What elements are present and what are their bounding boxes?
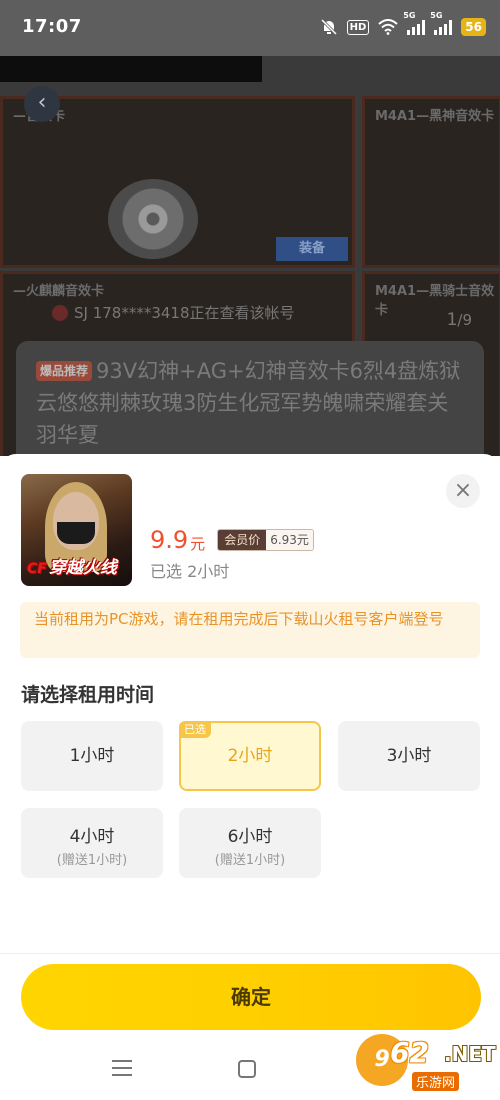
avatar (52, 304, 68, 321)
watermark-name: 乐游网 (412, 1072, 460, 1091)
home-icon[interactable] (238, 1060, 256, 1078)
item-card: M4A1—黑神音效卡 (362, 96, 500, 268)
product-title: 爆品推荐 93V幻神+AG+幻神音效卡6烈4盘炼狱云悠悠荆棘玫瑰3防生化冠军势魄啸… (36, 355, 464, 451)
game-thumbnail: CF 穿越火线 (21, 474, 132, 586)
status-bar: 17:07 HD 5G 5G 56 (0, 0, 500, 56)
rental-time-sheet: CF 穿越火线 × 9.9 元 会员价 6.93元 已选 2小时 当前租用为PC游… (0, 454, 500, 1100)
member-price-badge: 会员价 6.93元 (217, 529, 314, 551)
battery-indicator: 56 (461, 18, 486, 36)
duration-option-label: 6小时 (227, 827, 273, 847)
character-mask (57, 522, 95, 544)
price-row: 9.9 元 会员价 6.93元 (150, 526, 314, 554)
signal-icon: 5G (430, 11, 453, 35)
product-title-text: 93V幻神+AG+幻神音效卡6烈4盘炼狱云悠悠荆棘玫瑰3防生化冠军势魄啸荣耀套关… (36, 359, 461, 447)
page-current: 1 (446, 310, 458, 330)
signal-icon: 5G (403, 11, 426, 35)
duration-option-2h[interactable]: 已选 2小时 (179, 721, 321, 791)
disc-icon (108, 179, 198, 259)
net-label: 5G (430, 11, 443, 20)
watermark-domain: .NET (444, 1042, 496, 1066)
item-card-title: —火麒麟音效卡 (13, 284, 105, 299)
duration-option-6h[interactable]: 6小时 (赠送1小时) (179, 808, 321, 878)
duration-option-4h[interactable]: 4小时 (赠送1小时) (21, 808, 163, 878)
menu-icon[interactable] (112, 1060, 132, 1078)
watermark-number: 62 (390, 1036, 429, 1069)
member-price-label: 会员价 (218, 530, 267, 550)
equip-button[interactable]: 装备 (276, 237, 348, 261)
item-card-title: M4A1—黑骑士音效卡 (375, 284, 495, 318)
page-indicator: 1/9 (447, 310, 472, 330)
status-time: 17:07 (22, 16, 82, 37)
close-icon: × (453, 478, 473, 503)
price-unit: 元 (190, 534, 206, 553)
top-banner (0, 56, 262, 82)
background-page: —音效卡 M4A1—黑神音效卡 装备 —火麒麟音效卡 M4A1—黑骑士音效卡 ‹… (0, 56, 500, 456)
page-total: /9 (457, 311, 472, 329)
mute-bell-icon (320, 18, 337, 36)
site-watermark: 9 62 .NET 乐游网 (356, 1030, 496, 1096)
wifi-icon (378, 19, 398, 35)
hd-badge: HD (346, 19, 370, 35)
duration-option-3h[interactable]: 3小时 (338, 721, 480, 791)
duration-option-label: 1小时 (69, 746, 115, 766)
status-icons: HD 5G 5G 56 (320, 11, 486, 40)
hot-tag: 爆品推荐 (36, 361, 93, 381)
back-button[interactable]: ‹ (24, 86, 60, 122)
price-value: 9.9 (150, 526, 189, 554)
product-card: 爆品推荐 93V幻神+AG+幻神音效卡6烈4盘炼狱云悠悠荆棘玫瑰3防生化冠军势魄啸… (16, 341, 484, 456)
member-price-value: 6.93元 (266, 530, 313, 550)
confirm-button[interactable]: 确定 (21, 964, 481, 1030)
selected-duration-info: 已选 2小时 (150, 562, 230, 581)
net-label: 5G (403, 11, 416, 20)
duration-option-bonus: (赠送1小时) (56, 853, 128, 868)
divider (0, 953, 500, 954)
item-card-title: M4A1—黑神音效卡 (375, 109, 495, 124)
duration-option-label: 3小时 (386, 746, 432, 766)
viewer-notice: SJ 178****3418正在查看该帐号 (52, 302, 295, 323)
chevron-left-icon: ‹ (37, 90, 47, 115)
close-button[interactable]: × (446, 474, 480, 508)
duration-option-1h[interactable]: 1小时 (21, 721, 163, 791)
section-title: 请选择租用时间 (21, 684, 155, 706)
game-logo: CF 穿越火线 (27, 558, 117, 578)
viewer-text: SJ 178****3418正在查看该帐号 (74, 304, 295, 322)
duration-option-label: 4小时 (69, 827, 115, 847)
selected-tag: 已选 (179, 721, 211, 738)
pc-game-notice: 当前租用为PC游戏，请在租用完成后下载山火租号客户端登号 (20, 602, 480, 658)
duration-option-bonus: (赠送1小时) (214, 853, 286, 868)
